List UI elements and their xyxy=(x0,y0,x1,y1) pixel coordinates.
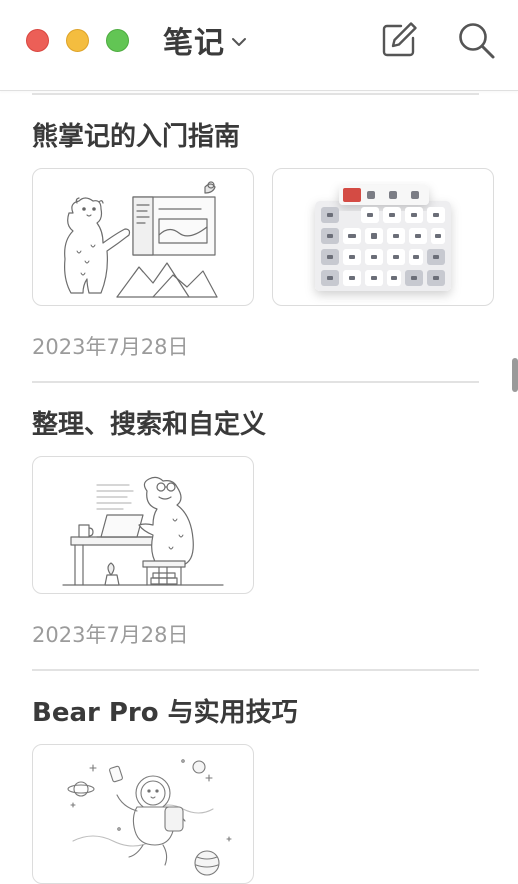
note-title[interactable]: 熊掌记的入门指南 xyxy=(32,116,240,153)
notes-title-menu[interactable]: 笔记 xyxy=(163,20,247,61)
close-window-button[interactable] xyxy=(26,29,49,52)
note-divider xyxy=(32,93,479,95)
minimize-window-button[interactable] xyxy=(66,29,89,52)
note-thumbnail-bear-presenting[interactable] xyxy=(32,168,254,306)
chevron-down-icon xyxy=(232,38,246,46)
title-bar: 笔记 xyxy=(0,0,518,90)
note-divider xyxy=(32,381,479,383)
note-divider xyxy=(32,669,479,671)
note-thumbnail-bear-at-desk[interactable] xyxy=(32,456,254,594)
search-icon[interactable] xyxy=(456,20,496,60)
zoom-window-button[interactable] xyxy=(106,29,129,52)
note-date: 2023年7月28日 xyxy=(32,623,189,647)
note-title[interactable]: Bear Pro 与实用技巧 xyxy=(32,692,298,729)
note-thumbnail-formatting-toolbar[interactable] xyxy=(272,168,494,306)
note-title[interactable]: 整理、搜索和自定义 xyxy=(32,404,266,441)
window-title: 笔记 xyxy=(163,26,225,61)
bear-presenting-illustration xyxy=(64,181,218,298)
astronaut-bear-illustration xyxy=(67,759,232,876)
scrollbar-thumb[interactable] xyxy=(512,358,518,392)
bear-at-desk-illustration xyxy=(62,476,224,586)
formatting-toolbar-image xyxy=(315,185,451,291)
compose-icon[interactable] xyxy=(379,20,419,60)
note-thumbnail-astronaut-bear[interactable] xyxy=(32,744,254,884)
note-date: 2023年7月28日 xyxy=(32,335,189,359)
